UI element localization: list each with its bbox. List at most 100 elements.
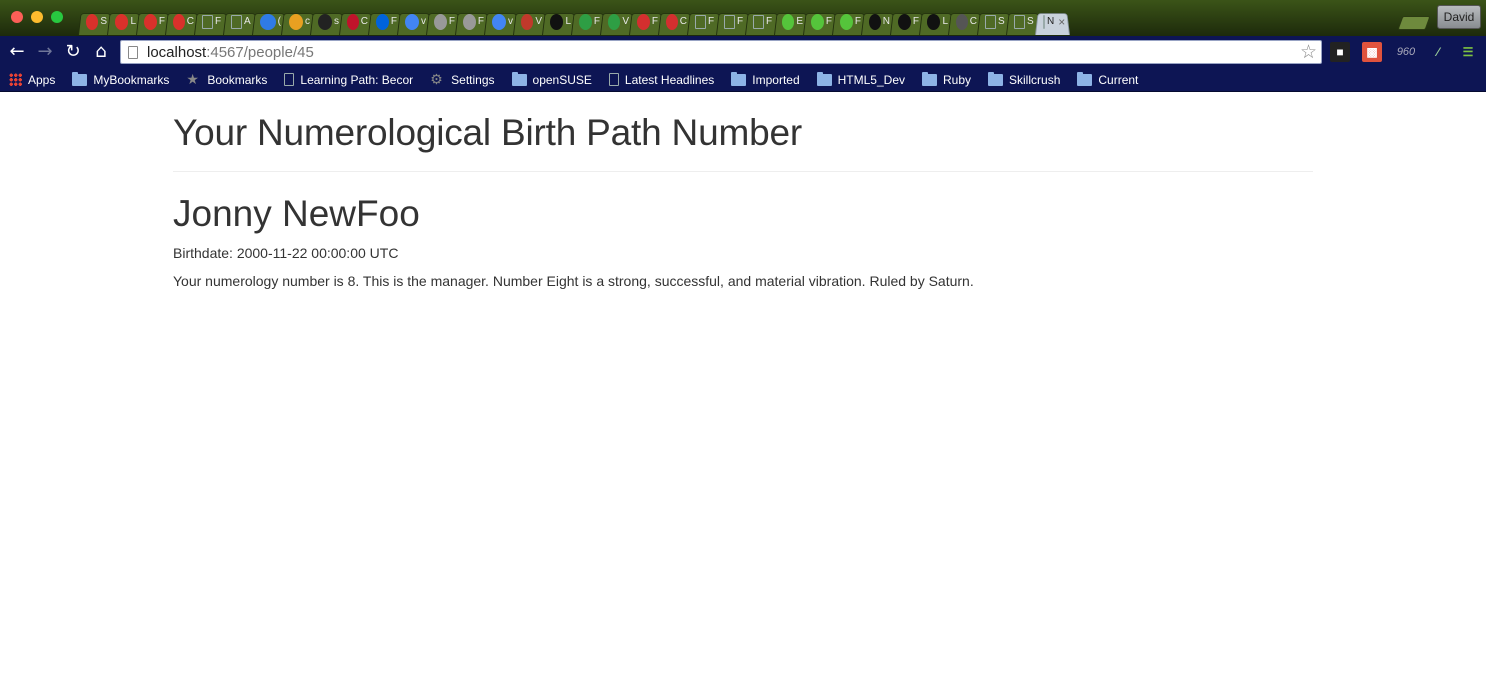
browser-tab[interactable]: L <box>919 9 948 34</box>
g-icon <box>550 13 564 30</box>
bookmark-item[interactable]: Apps <box>9 73 55 87</box>
page-icon <box>284 73 295 86</box>
google-icon <box>405 13 419 30</box>
browser-tab[interactable]: F <box>571 9 600 34</box>
reload-icon[interactable]: ↻ <box>61 40 85 64</box>
browser-tab[interactable]: N <box>861 9 890 34</box>
browser-tab[interactable]: S <box>78 9 107 34</box>
browser-tab[interactable]: c <box>281 9 310 34</box>
bookmark-item[interactable]: Current <box>1077 71 1139 87</box>
browser-tab[interactable]: S <box>1006 9 1035 34</box>
extension-960-icon[interactable]: 960 <box>1394 42 1418 62</box>
browser-tab[interactable]: F <box>745 9 774 34</box>
browser-tab[interactable]: C <box>165 9 194 34</box>
bookmark-item[interactable]: Ruby <box>922 71 971 87</box>
rp-icon <box>666 13 678 30</box>
bookmark-item[interactable]: Learning Path: Becor <box>284 73 413 87</box>
browser-tab[interactable]: F <box>136 9 165 34</box>
browser-tab[interactable]: S <box>977 9 1006 34</box>
browser-tab[interactable]: F <box>803 9 832 34</box>
browser-tab[interactable]: F <box>832 9 861 34</box>
new-tab-button[interactable] <box>1397 16 1431 30</box>
apps-icon <box>9 73 22 86</box>
forward-arrow-icon[interactable]: → <box>33 40 57 64</box>
folder-icon <box>922 71 937 86</box>
browser-tab[interactable]: L <box>107 9 136 34</box>
browser-tab[interactable]: s <box>310 9 339 34</box>
tab-title: N <box>882 16 890 27</box>
bookmark-label: Skillcrush <box>1009 72 1061 87</box>
tab-list: S L F C F A(c s C Fv F Fv V L F V F C F F F E F F N F L C S S N × <box>78 9 1065 36</box>
folder-icon <box>816 71 832 86</box>
tab-title: N <box>1047 16 1055 27</box>
browser-tab[interactable]: v <box>484 9 513 34</box>
u-icon <box>811 13 824 30</box>
minimize-window-button[interactable] <box>31 11 43 23</box>
browser-tab[interactable]: F <box>194 9 223 34</box>
star-icon: ★ <box>186 71 199 88</box>
extension-clapper-icon[interactable]: ▩ <box>1362 42 1382 62</box>
bookmark-label: Current <box>1098 72 1139 87</box>
browser-tab[interactable]: L <box>542 9 571 34</box>
browser-tab[interactable]: C <box>658 9 687 34</box>
bookmark-item[interactable]: Imported <box>731 71 800 87</box>
page-header: Your Numerological Birth Path Number <box>173 92 1313 172</box>
bookmark-item[interactable]: ⚙ Settings <box>430 72 494 88</box>
browser-tab[interactable]: C <box>948 9 977 34</box>
browser-tab[interactable]: F <box>629 9 658 34</box>
blank-page-icon <box>985 14 996 29</box>
tab-title: C <box>969 16 977 27</box>
browser-tab[interactable]: F <box>716 9 745 34</box>
chrome-menu-icon[interactable]: ☰ <box>1458 42 1478 62</box>
browser-tab[interactable]: ( <box>252 9 281 34</box>
bookmark-item[interactable]: Latest Headlines <box>608 72 715 87</box>
rp-icon <box>637 13 650 30</box>
close-window-button[interactable] <box>11 11 23 23</box>
home-icon[interactable]: ⌂ <box>89 40 113 64</box>
browser-tab[interactable]: E <box>774 9 803 34</box>
bookmark-label: Apps <box>28 72 56 87</box>
browser-tab[interactable]: A <box>223 9 252 34</box>
extension-mask-icon[interactable]: ■ <box>1330 42 1350 62</box>
bookmark-star-icon[interactable]: ☆ <box>1300 41 1317 64</box>
zoom-window-button[interactable] <box>51 11 63 23</box>
browser-tab[interactable]: C <box>339 9 368 34</box>
bookmark-item[interactable]: ★ Bookmarks <box>186 72 267 88</box>
address-bar[interactable]: localhost:4567/people/45 ☆ <box>120 40 1322 64</box>
tab-title: S <box>998 16 1005 27</box>
browser-tab[interactable]: F <box>455 9 484 34</box>
grid-icon <box>579 13 592 30</box>
browser-tab[interactable]: V <box>513 9 542 34</box>
back-arrow-icon[interactable]: ← <box>5 40 29 64</box>
browser-tab[interactable]: F <box>890 9 919 34</box>
profile-button[interactable]: David <box>1437 5 1481 29</box>
browser-tab[interactable]: N × <box>1035 9 1065 34</box>
browser-tab[interactable]: v <box>397 9 426 34</box>
bookmark-item[interactable]: HTML5_Dev <box>816 71 905 87</box>
extension-wand-icon[interactable]: ⁄ <box>1428 42 1448 62</box>
browser-tab[interactable]: F <box>426 9 455 34</box>
bookmark-label: Latest Headlines <box>624 72 715 87</box>
bookmark-item[interactable]: Skillcrush <box>988 71 1061 87</box>
bookmark-label: Bookmarks <box>207 72 268 87</box>
folder-icon <box>731 71 747 86</box>
birthdate-text: Birthdate: 2000-11-22 00:00:00 UTC <box>173 245 399 261</box>
tab-title: F <box>737 16 744 27</box>
browser-tab[interactable]: F <box>687 9 716 34</box>
bookmarks-bar: Apps MyBookmarks ★ Bookmarks Learning Path: … <box>0 68 1486 92</box>
bookmark-item[interactable]: MyBookmarks <box>72 71 169 87</box>
blank-page-icon <box>695 14 706 29</box>
gear-icon: ⚙ <box>430 71 443 88</box>
grid-icon <box>608 13 621 30</box>
tab-title: A <box>244 16 251 27</box>
red-circle-icon <box>144 13 157 30</box>
folder-icon <box>72 71 88 86</box>
close-tab-icon[interactable]: × <box>1058 15 1065 29</box>
browser-tab[interactable]: F <box>368 9 397 34</box>
bookmark-item[interactable]: openSUSE <box>511 71 592 87</box>
bookmark-label: openSUSE <box>532 72 592 87</box>
browser-tab[interactable]: V <box>600 9 629 34</box>
flickr-icon <box>376 13 389 30</box>
pinwheel-icon <box>289 13 303 30</box>
chat-icon <box>260 13 276 30</box>
